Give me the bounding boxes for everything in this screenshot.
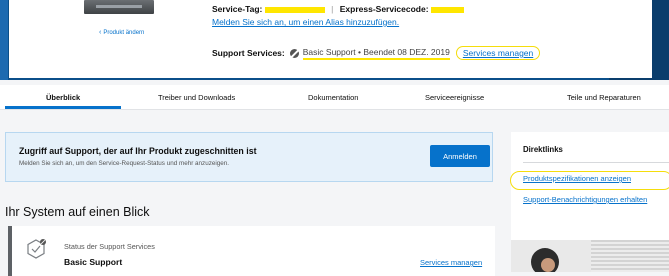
promo-image (511, 240, 669, 272)
manage-services-link[interactable]: Services managen (463, 48, 533, 58)
support-status-card: Status der Support Services Basic Suppor… (8, 226, 495, 276)
product-image (84, 0, 154, 14)
overview-heading: Ihr System auf einen Blick (5, 205, 150, 219)
manage-services-link-2[interactable]: Services managen (420, 258, 482, 267)
product-header-card: ‹ Produkt ändern Service-Tag: | Express-S… (9, 0, 652, 78)
promo-person-face (541, 258, 555, 272)
banner-left-strip (0, 0, 8, 80)
service-tag-label: Service-Tag: (212, 4, 263, 14)
product-specs-highlight (510, 171, 669, 190)
direct-links-title: Direktlinks (523, 145, 563, 154)
service-tag-redacted (264, 6, 325, 13)
support-services-row: Support Services: Basic Support • Beende… (212, 46, 541, 60)
separator: | (331, 4, 334, 14)
support-status-label: Status der Support Services (64, 242, 155, 251)
chevron-left-icon: ‹ (99, 29, 102, 36)
signin-subtitle: Melden Sie sich an, um den Service-Reque… (19, 160, 230, 167)
add-alias-link[interactable]: Melden Sie sich an, um einen Alias hinzu… (212, 17, 399, 27)
manage-services-highlight: Services managen (455, 46, 541, 60)
tab-service-events[interactable]: Serviceereignisse (425, 93, 484, 102)
tab-documentation[interactable]: Dokumentation (308, 93, 358, 102)
tab-bar: Überblick Treiber und Downloads Dokument… (0, 85, 669, 110)
signin-title: Zugriff auf Support, der auf Ihr Produkt… (19, 146, 257, 156)
expired-icon (289, 48, 299, 58)
support-status: Basic Support • Beendet 08 DEZ. 2019 (302, 47, 450, 60)
express-code-label: Express-Servicecode: (339, 4, 429, 14)
support-shield-icon (27, 239, 46, 259)
signin-banner: Zugriff auf Support, der auf Ihr Produkt… (5, 132, 493, 182)
support-status-value: Basic Support (64, 257, 123, 267)
change-product-link[interactable]: ‹ Produkt ändern (99, 29, 144, 36)
express-code-redacted (430, 6, 464, 13)
active-tab-indicator (5, 106, 121, 109)
tab-overview[interactable]: Überblick (46, 93, 80, 102)
tab-parts-repairs[interactable]: Teile und Reparaturen (567, 93, 641, 102)
service-tag-row: Service-Tag: | Express-Servicecode: (212, 4, 464, 14)
promo-window-blind (591, 240, 669, 272)
divider (523, 162, 669, 163)
support-notifications-link[interactable]: Support-Benachrichtigungen erhalten (523, 194, 653, 205)
signin-button[interactable]: Anmelden (430, 145, 490, 167)
support-services-label: Support Services: (212, 48, 285, 58)
tab-drivers-downloads[interactable]: Treiber und Downloads (158, 93, 235, 102)
